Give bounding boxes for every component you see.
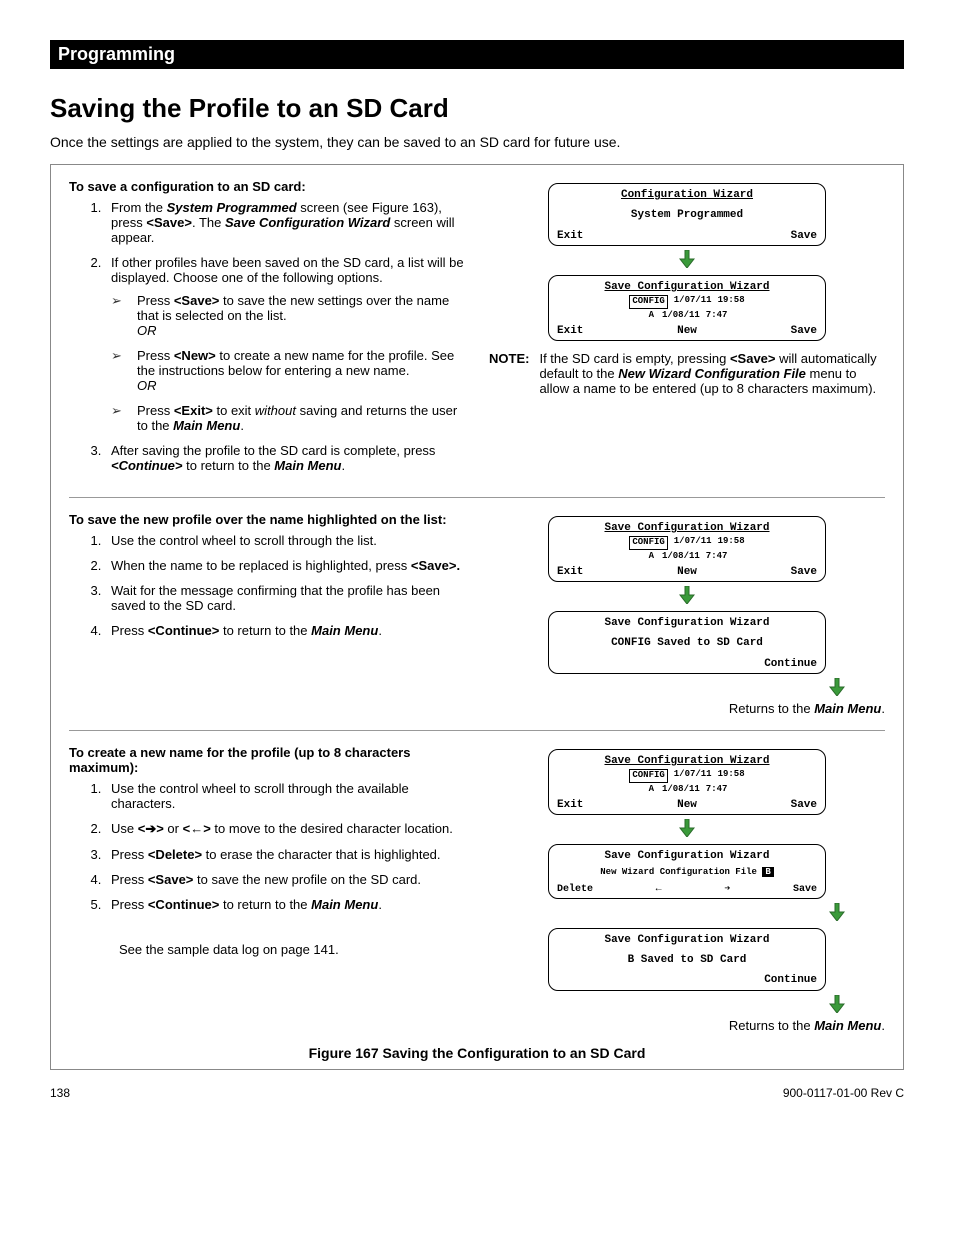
sec2-step2: When the name to be replaced is highligh… bbox=[105, 558, 465, 573]
arrow-down-icon bbox=[489, 819, 885, 840]
returns-text-2: Returns to the Main Menu. bbox=[489, 1018, 885, 1033]
intro-text: Once the settings are applied to the sys… bbox=[50, 134, 904, 150]
sec1-step2: If other profiles have been saved on the… bbox=[105, 255, 465, 433]
sec3-step2: Use <➔> or <←> to move to the desired ch… bbox=[105, 821, 465, 837]
lcd-save-list-2: Save Configuration Wizard CONFIG1/07/111… bbox=[548, 516, 826, 582]
sec1-sub3: Press <Exit> to exit without saving and … bbox=[131, 403, 465, 433]
note-block: NOTE: If the SD card is empty, pressing … bbox=[489, 351, 885, 396]
instruction-box: To save a configuration to an SD card: F… bbox=[50, 164, 904, 1070]
sample-note: See the sample data log on page 141. bbox=[119, 942, 465, 957]
sec1-step1: From the System Programmed screen (see F… bbox=[105, 200, 465, 245]
arrow-down-icon bbox=[489, 995, 885, 1016]
arrow-down-icon bbox=[489, 250, 885, 271]
sec1-sub2: Press <New> to create a new name for the… bbox=[131, 348, 465, 393]
page-footer: 138 900-0117-01-00 Rev C bbox=[50, 1086, 904, 1100]
sec3-step5: Press <Continue> to return to the Main M… bbox=[105, 897, 465, 912]
sec1-step3: After saving the profile to the SD card … bbox=[105, 443, 465, 473]
sec3-step4: Press <Save> to save the new profile on … bbox=[105, 872, 465, 887]
sec2-step1: Use the control wheel to scroll through … bbox=[105, 533, 465, 548]
sec1-sub1: Press <Save> to save the new settings ov… bbox=[131, 293, 465, 338]
doc-rev: 900-0117-01-00 Rev C bbox=[783, 1086, 904, 1100]
section-header: Programming bbox=[50, 40, 904, 69]
sec1-heading: To save a configuration to an SD card: bbox=[69, 179, 465, 194]
page-number: 138 bbox=[50, 1086, 70, 1100]
sec2-step3: Wait for the message confirming that the… bbox=[105, 583, 465, 613]
lcd-new-file: Save Configuration Wizard New Wizard Con… bbox=[548, 844, 826, 899]
sec3-step1: Use the control wheel to scroll through … bbox=[105, 781, 465, 811]
lcd-save-list-3: Save Configuration Wizard CONFIG1/07/111… bbox=[548, 749, 826, 815]
sec2-heading: To save the new profile over the name hi… bbox=[69, 512, 465, 527]
lcd-config-saved: Save Configuration Wizard CONFIG Saved t… bbox=[548, 611, 826, 674]
lcd-config-wizard: Configuration Wizard System Programmed E… bbox=[548, 183, 826, 246]
page-title: Saving the Profile to an SD Card bbox=[50, 93, 904, 124]
sec3-step3: Press <Delete> to erase the character th… bbox=[105, 847, 465, 862]
lcd-save-list-1: Save Configuration Wizard CONFIG1/07/111… bbox=[548, 275, 826, 341]
arrow-down-icon bbox=[489, 678, 885, 699]
sec2-step4: Press <Continue> to return to the Main M… bbox=[105, 623, 465, 638]
sec3-heading: To create a new name for the profile (up… bbox=[69, 745, 465, 775]
arrow-down-icon bbox=[489, 903, 885, 924]
figure-caption: Figure 167 Saving the Configuration to a… bbox=[69, 1045, 885, 1061]
lcd-b-saved: Save Configuration Wizard B Saved to SD … bbox=[548, 928, 826, 991]
arrow-down-icon bbox=[489, 586, 885, 607]
returns-text: Returns to the Main Menu. bbox=[489, 701, 885, 716]
